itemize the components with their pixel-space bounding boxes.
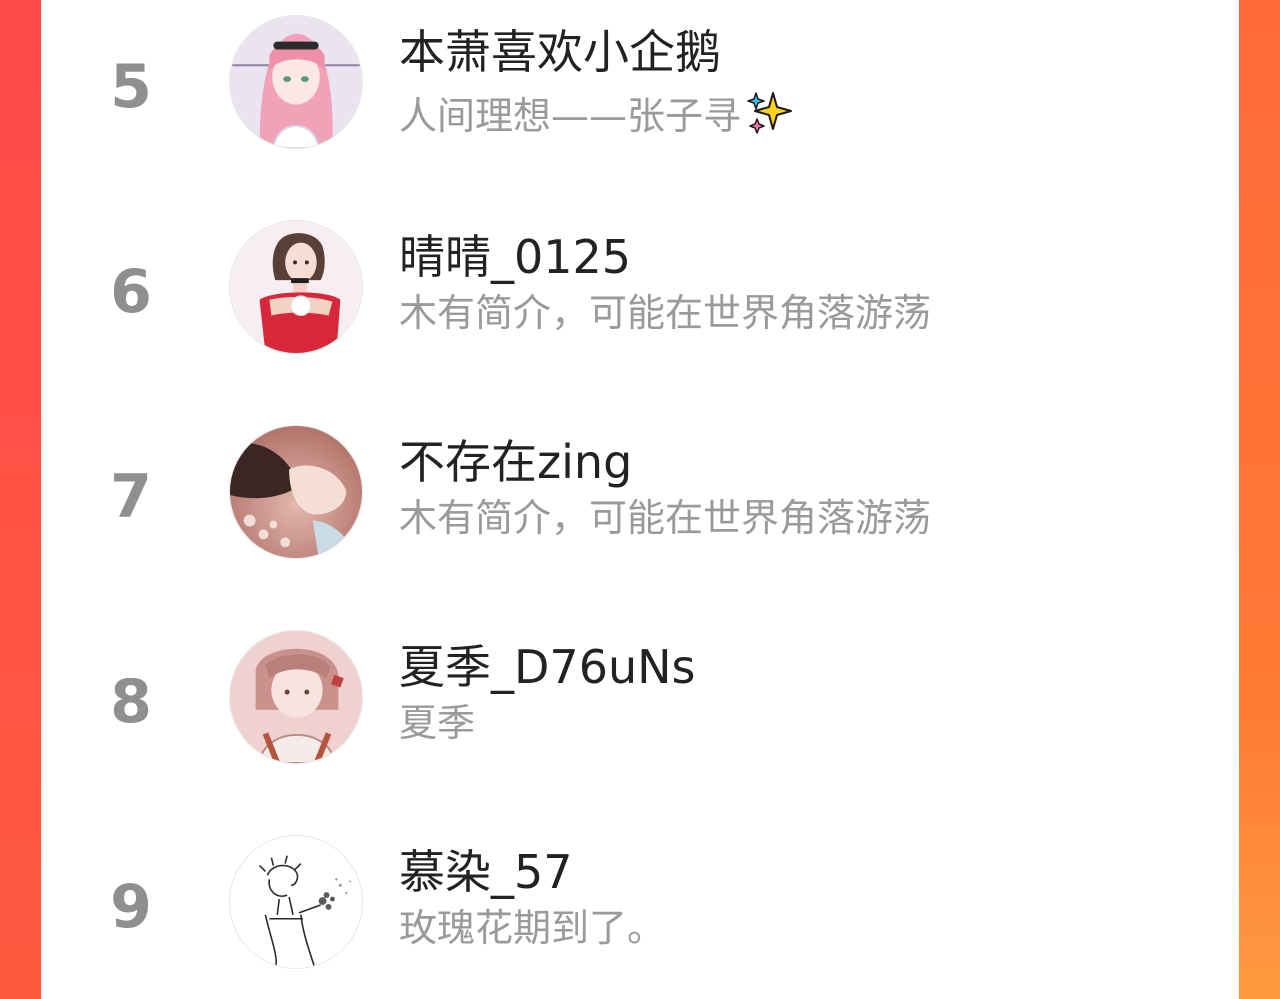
user-name[interactable]: 晴晴_0125 bbox=[399, 234, 631, 280]
user-name[interactable]: 不存在zing bbox=[399, 439, 632, 485]
list-item[interactable]: 7 不存在zing 木有简介，可能在世界角落游荡 bbox=[41, 425, 1239, 565]
background-edge-left bbox=[0, 0, 41, 999]
user-bio-text: 人间理想——张子寻 bbox=[399, 94, 742, 138]
user-bio: 夏季 bbox=[399, 701, 476, 745]
girl-profile-flowers-avatar bbox=[230, 426, 362, 558]
avatar[interactable] bbox=[229, 425, 363, 559]
rank-number: 5 bbox=[110, 52, 152, 122]
avatar[interactable] bbox=[229, 220, 363, 354]
anime-girl-pink-hair-avatar bbox=[230, 16, 362, 148]
rank-number: 6 bbox=[110, 257, 152, 327]
user-bio: 玫瑰花期到了。 bbox=[399, 906, 666, 950]
user-name[interactable]: 慕染_57 bbox=[399, 849, 573, 895]
illustrated-girl-red-dress-avatar bbox=[230, 221, 362, 353]
user-name[interactable]: 夏季_D76uNs bbox=[399, 644, 695, 690]
anime-girl-braid-avatar bbox=[230, 631, 362, 763]
list-item[interactable]: 5 本萧喜欢小企鹅 人间理想——张子寻 bbox=[41, 15, 1239, 155]
list-item[interactable]: 6 晴晴_0125 木有简介，可能在世界角落游荡 bbox=[41, 220, 1239, 360]
list-item[interactable]: 8 夏季_D76uNs 夏季 bbox=[41, 630, 1239, 770]
list-item[interactable]: 9 慕染_57 玫瑰花期到了。 bbox=[41, 835, 1239, 975]
avatar[interactable] bbox=[229, 630, 363, 764]
sparkles-icon bbox=[747, 92, 793, 134]
rank-number: 7 bbox=[110, 462, 152, 532]
background-edge-right bbox=[1239, 0, 1280, 999]
sketch-boy-flowers-avatar bbox=[230, 836, 362, 968]
user-bio: 木有简介，可能在世界角落游荡 bbox=[399, 496, 932, 540]
avatar[interactable] bbox=[229, 835, 363, 969]
ranking-list-panel: 5 本萧喜欢小企鹅 人间理想——张子寻 6 晴晴_0125 木有简介，可能在世界… bbox=[41, 0, 1239, 999]
rank-number: 9 bbox=[110, 872, 152, 942]
user-name[interactable]: 本萧喜欢小企鹅 bbox=[399, 29, 721, 75]
user-bio: 人间理想——张子寻 bbox=[399, 89, 793, 137]
rank-number: 8 bbox=[110, 667, 152, 737]
app-frame: 5 本萧喜欢小企鹅 人间理想——张子寻 6 晴晴_0125 木有简介，可能在世界… bbox=[0, 0, 1280, 999]
avatar[interactable] bbox=[229, 15, 363, 149]
user-bio: 木有简介，可能在世界角落游荡 bbox=[399, 291, 932, 335]
